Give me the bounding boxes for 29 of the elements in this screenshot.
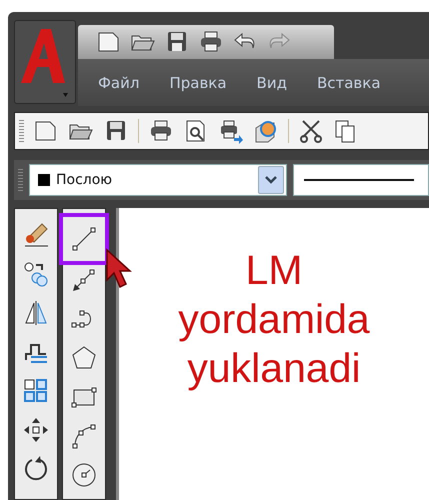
offset-icon <box>25 344 48 363</box>
rectangle-icon <box>72 388 96 408</box>
menu-item[interactable]: Правка <box>169 74 227 92</box>
color-swatch <box>38 174 50 186</box>
ray-icon <box>73 270 94 291</box>
line-icon <box>72 228 96 250</box>
caption-line: yuklanadi <box>187 344 361 393</box>
circle-icon <box>72 464 96 486</box>
linetype-dropdown[interactable] <box>293 164 429 196</box>
application-menu-button[interactable] <box>14 20 76 104</box>
color-dropdown[interactable]: Послою <box>29 164 287 196</box>
copy-objects-icon <box>24 262 48 286</box>
eraser-icon <box>24 223 48 246</box>
scissors-icon[interactable] <box>298 118 324 144</box>
caption-line: yordamida <box>178 295 370 344</box>
polyline-icon <box>72 310 91 328</box>
mirror-icon <box>25 300 47 326</box>
color-value: Послою <box>56 172 114 188</box>
menu-item[interactable]: Вставка <box>316 74 381 92</box>
move-icon <box>24 418 48 442</box>
arc-icon <box>72 424 96 448</box>
rotate-icon <box>25 456 47 480</box>
array-icon <box>24 379 47 402</box>
menu-item[interactable]: Файл <box>98 74 140 92</box>
menu-item[interactable]: Вид <box>256 74 287 92</box>
caption-line: LM <box>246 246 302 295</box>
cursor-icon <box>105 248 133 290</box>
polygon-icon <box>72 346 96 368</box>
publish-icon[interactable] <box>218 118 244 144</box>
